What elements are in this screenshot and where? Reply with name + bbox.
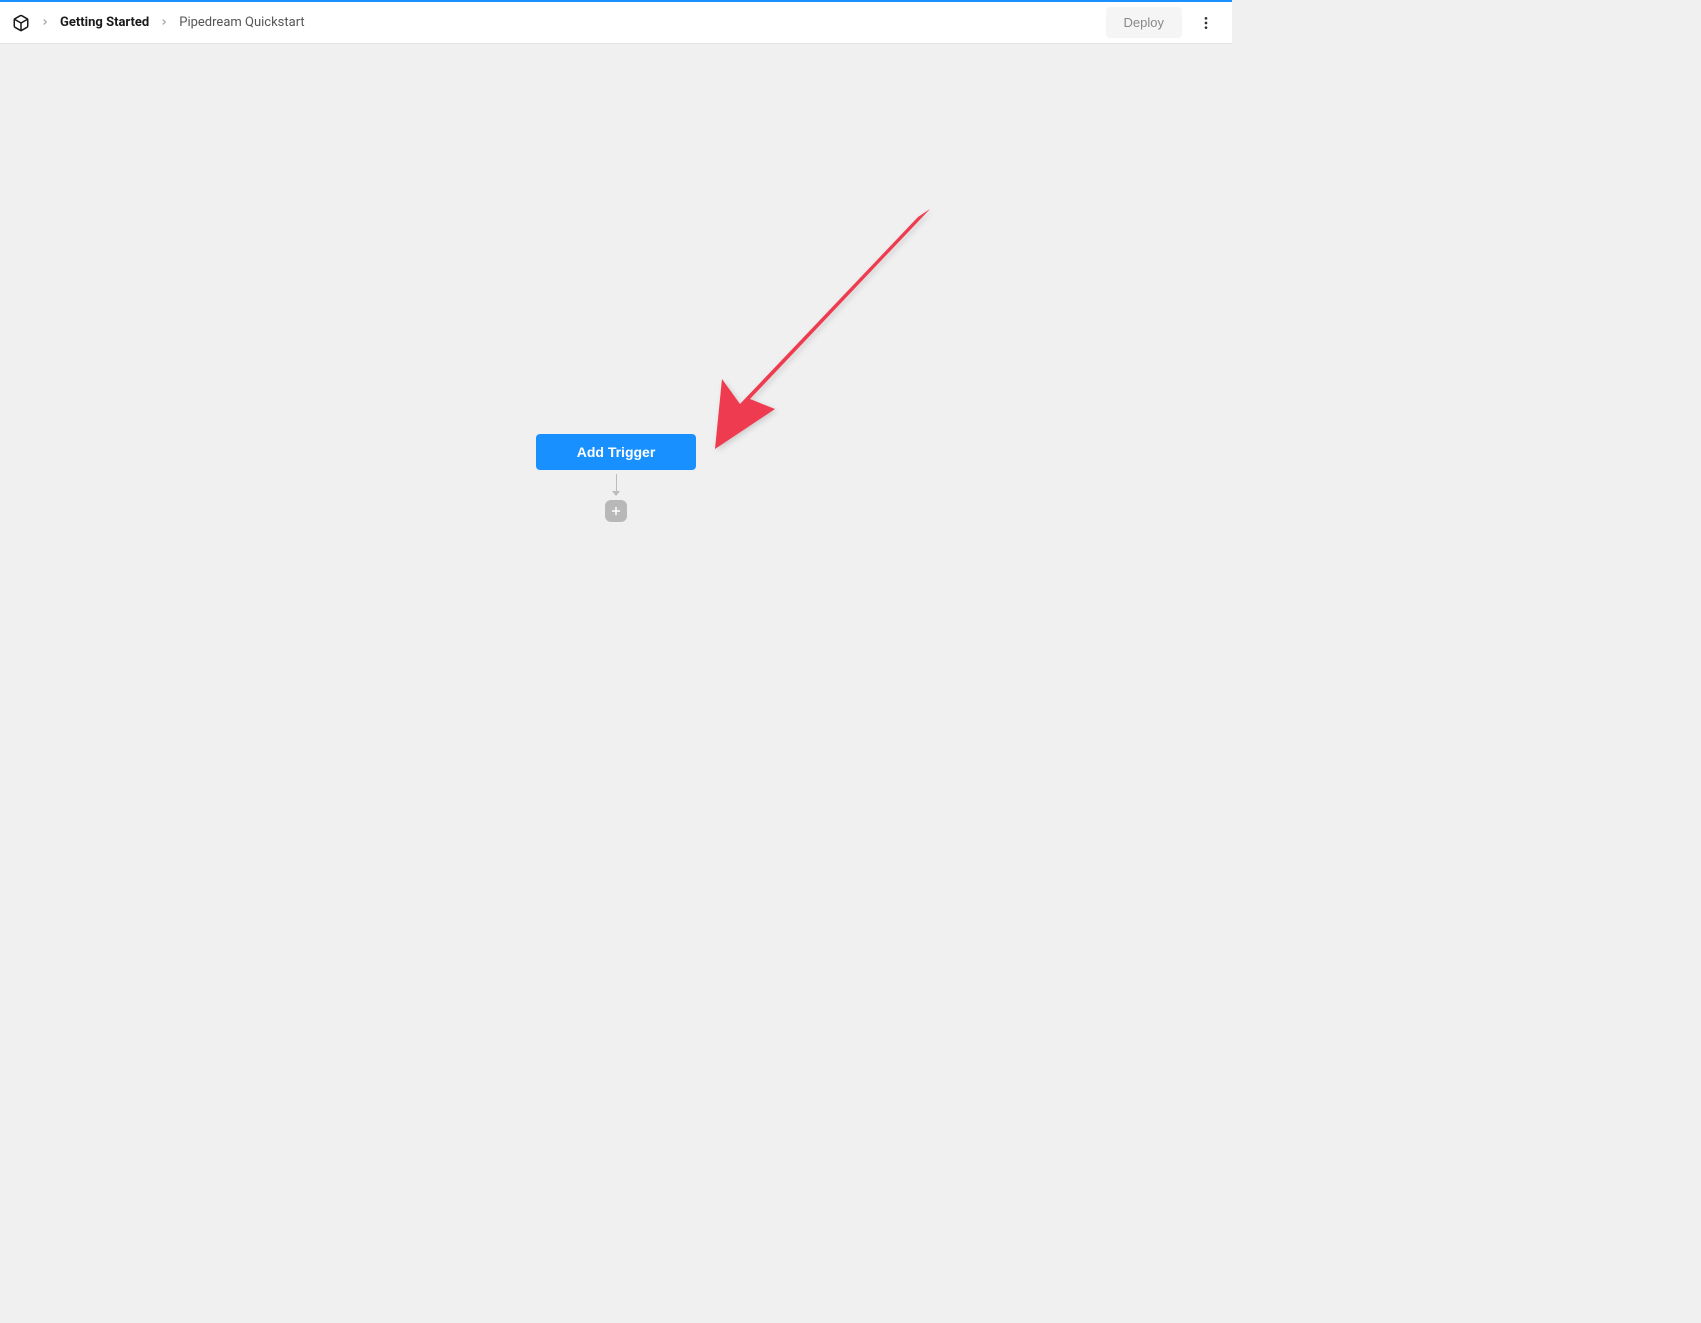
deploy-button[interactable]: Deploy — [1106, 7, 1182, 38]
header-actions: Deploy — [1106, 7, 1220, 38]
step-connector — [605, 474, 627, 522]
chevron-right-icon — [159, 16, 169, 30]
header: Getting Started Pipedream Quickstart Dep… — [0, 2, 1232, 44]
more-vertical-icon — [1198, 15, 1214, 31]
chevron-right-icon — [40, 16, 50, 30]
more-menu-button[interactable] — [1192, 9, 1220, 37]
add-step-button[interactable] — [605, 500, 627, 522]
breadcrumb: Getting Started Pipedream Quickstart — [12, 14, 305, 32]
workflow-canvas[interactable]: Add Trigger — [0, 44, 1232, 958]
plus-icon — [610, 505, 622, 517]
add-trigger-button[interactable]: Add Trigger — [536, 434, 696, 470]
annotation-arrow-icon — [700, 199, 960, 459]
breadcrumb-workflow[interactable]: Pipedream Quickstart — [179, 15, 304, 30]
cube-logo-icon[interactable] — [12, 14, 30, 32]
connector-line — [616, 474, 617, 492]
breadcrumb-project[interactable]: Getting Started — [60, 15, 149, 30]
